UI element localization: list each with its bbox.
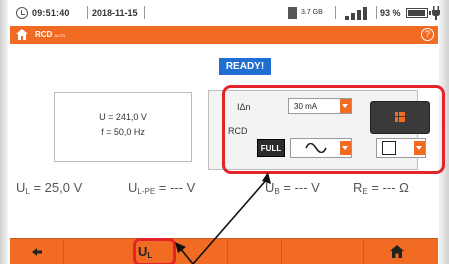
settings-highlight xyxy=(222,85,445,174)
separator xyxy=(144,6,145,19)
home-icon[interactable] xyxy=(16,29,28,40)
signal-icon xyxy=(345,5,373,20)
reading-ul-pe: UL-PE = --- V xyxy=(128,180,196,196)
home-icon xyxy=(390,245,404,258)
battery-percent: 93 % xyxy=(380,8,401,18)
separator xyxy=(335,6,336,19)
bottom-nav: UL xyxy=(10,238,438,264)
reading-re: RE = --- Ω xyxy=(353,180,409,196)
reading-ul: UL = 25,0 V xyxy=(16,180,83,196)
back-arrow-icon xyxy=(32,248,42,256)
back-button[interactable] xyxy=(10,240,64,264)
battery-icon xyxy=(406,8,431,18)
status-date: 2018-11-15 xyxy=(92,8,138,18)
separator xyxy=(376,6,377,19)
main-content: READY! U = 241,0 V f = 50,0 Hz IΔn RCD 3… xyxy=(10,44,445,238)
device-frame: 09:51:40 2018-11-15 3.7 GB 93 % RCD AUTO … xyxy=(0,0,449,264)
ul-highlight xyxy=(133,238,176,264)
separator xyxy=(87,6,88,19)
nav-slot-3 xyxy=(174,240,228,264)
storage-value: 3.7 GB xyxy=(301,9,323,16)
frequency-readout: f = 50,0 Hz xyxy=(101,127,145,137)
nav-slot-4 xyxy=(228,240,282,264)
status-bar: 09:51:40 2018-11-15 3.7 GB 93 % xyxy=(10,4,440,24)
help-icon[interactable]: ? xyxy=(421,28,434,41)
page-subtitle: AUTO xyxy=(54,33,66,38)
home-button[interactable] xyxy=(364,240,438,264)
reading-ub: UB = --- V xyxy=(265,180,320,196)
title-bar: RCD AUTO ? xyxy=(10,26,438,44)
plug-icon xyxy=(432,6,440,20)
voltage-readout: U = 241,0 V xyxy=(99,112,147,122)
result-panel: U = 241,0 V f = 50,0 Hz xyxy=(54,92,192,162)
status-time: 09:51:40 xyxy=(32,8,70,18)
sd-card-icon xyxy=(288,7,297,19)
device-edge-left xyxy=(0,0,8,264)
page-title: RCD AUTO xyxy=(35,30,66,39)
readings-row: UL = 25,0 V UL-PE = --- V UB = --- V RE … xyxy=(10,180,438,198)
clock-icon xyxy=(16,7,28,19)
status-badge: READY! xyxy=(219,58,271,75)
nav-slot-5 xyxy=(282,240,364,264)
